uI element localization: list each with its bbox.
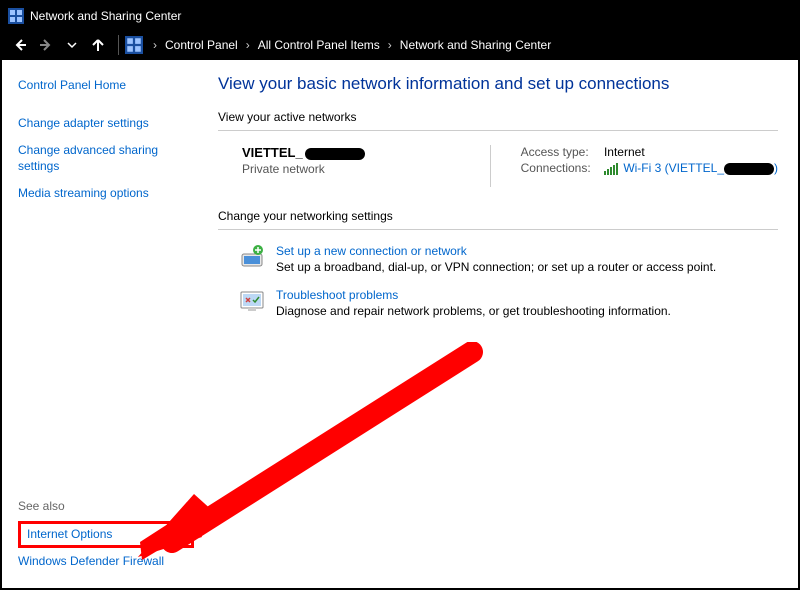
- back-button[interactable]: [8, 33, 32, 57]
- active-network-row: VIETTEL_ Private network Access type: In…: [218, 145, 778, 187]
- annotation-highlight-box: Internet Options: [18, 521, 194, 549]
- window-title: Network and Sharing Center: [30, 9, 181, 23]
- page-heading: View your basic network information and …: [218, 74, 778, 94]
- breadcrumb-item-control-panel[interactable]: Control Panel: [161, 38, 242, 52]
- option-setup-connection[interactable]: Set up a new connection or network Set u…: [238, 244, 778, 274]
- breadcrumb[interactable]: › Control Panel › All Control Panel Item…: [125, 36, 792, 54]
- option-troubleshoot-desc: Diagnose and repair network problems, or…: [276, 304, 671, 318]
- redacted-text: [724, 163, 774, 175]
- redacted-text: [305, 148, 365, 160]
- connection-link[interactable]: Wi-Fi 3 (VIETTEL_): [623, 161, 778, 175]
- wifi-signal-icon: [604, 163, 618, 175]
- breadcrumb-item-all-items[interactable]: All Control Panel Items: [254, 38, 384, 52]
- network-name: VIETTEL_: [242, 145, 365, 160]
- section-active-networks-title: View your active networks: [218, 110, 778, 124]
- recent-dropdown-button[interactable]: [60, 33, 84, 57]
- nav-bar: › Control Panel › All Control Panel Item…: [2, 30, 798, 60]
- network-center-icon: [8, 8, 24, 24]
- main-content: View your basic network information and …: [208, 60, 798, 588]
- chevron-right-icon: ›: [149, 38, 161, 52]
- option-troubleshoot-link[interactable]: Troubleshoot problems: [276, 288, 398, 302]
- section-change-settings-title: Change your networking settings: [218, 209, 778, 223]
- up-button[interactable]: [86, 33, 110, 57]
- chevron-right-icon: ›: [242, 38, 254, 52]
- option-troubleshoot[interactable]: Troubleshoot problems Diagnose and repai…: [238, 288, 778, 318]
- network-center-icon: [125, 36, 143, 54]
- breadcrumb-item-network-center[interactable]: Network and Sharing Center: [396, 38, 555, 52]
- setup-connection-icon: [238, 244, 266, 272]
- sidebar-link-adapter[interactable]: Change adapter settings: [18, 116, 194, 132]
- network-type: Private network: [242, 162, 365, 176]
- title-bar: Network and Sharing Center: [2, 2, 798, 30]
- see-also-internet-options[interactable]: Internet Options: [27, 527, 185, 543]
- see-also-firewall[interactable]: Windows Defender Firewall: [18, 554, 194, 570]
- option-setup-link[interactable]: Set up a new connection or network: [276, 244, 467, 258]
- access-type-label: Access type:: [521, 145, 601, 159]
- troubleshoot-icon: [238, 288, 266, 316]
- forward-button[interactable]: [34, 33, 58, 57]
- sidebar-home-link[interactable]: Control Panel Home: [18, 78, 194, 94]
- sidebar: Control Panel Home Change adapter settin…: [2, 60, 208, 588]
- connections-label: Connections:: [521, 161, 601, 175]
- see-also-label: See also: [18, 499, 194, 513]
- option-setup-desc: Set up a broadband, dial-up, or VPN conn…: [276, 260, 716, 274]
- sidebar-link-advanced[interactable]: Change advanced sharing settings: [18, 143, 194, 174]
- sidebar-link-media[interactable]: Media streaming options: [18, 186, 194, 202]
- access-type-value: Internet: [604, 145, 645, 159]
- chevron-right-icon: ›: [384, 38, 396, 52]
